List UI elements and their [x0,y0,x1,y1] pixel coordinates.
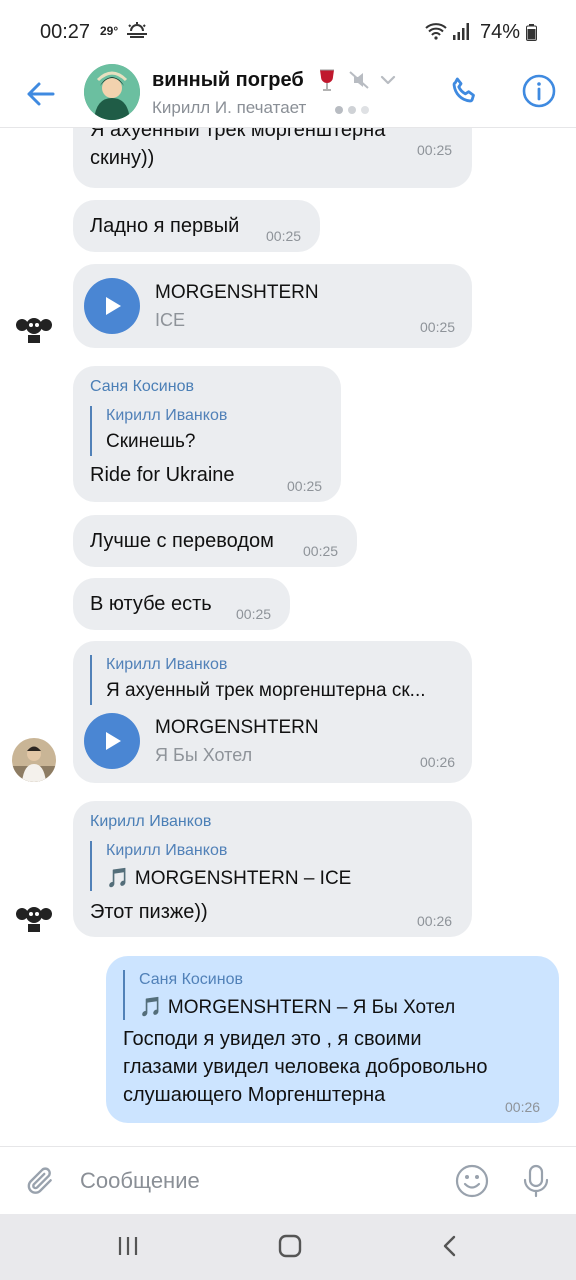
message-bubble[interactable]: Лучше с переводом 00:25 [73,515,357,567]
back-nav-button[interactable] [428,1226,472,1266]
message-text: Этот пизже)) [90,901,208,923]
message-text-line: слушающего Моргенштерна [123,1084,386,1106]
play-icon [106,297,121,315]
emoji-button[interactable] [452,1161,492,1201]
muted-icon [349,71,369,89]
status-time: 00:27 [40,21,91,43]
avatar-photo [12,738,56,782]
audio-title: MORGENSHTERN [155,717,319,738]
chat-avatar[interactable] [84,64,140,120]
info-button[interactable] [518,70,560,112]
back-button[interactable] [20,74,60,114]
microphone-icon [523,1164,549,1198]
home-button[interactable] [268,1226,312,1266]
message-text: Я ахуенный трек моргенштерна скину)) [90,128,386,169]
wifi-icon [425,23,447,40]
wine-glass-icon [320,69,334,91]
sender-name[interactable]: Кирилл Иванков [90,813,211,831]
sender-avatar[interactable] [12,738,56,782]
avatar-illustration [12,305,56,349]
home-icon [278,1234,302,1258]
message-composer [0,1146,576,1214]
sender-avatar[interactable] [12,894,56,938]
message-bubble[interactable]: Саня Косинов Кирилл Иванков Скинешь? Rid… [73,366,341,502]
typing-indicator-icon [335,106,369,114]
message-time: 00:25 [287,478,323,494]
status-temperature: 29° [100,24,119,38]
audio-message-bubble[interactable]: Кирилл Иванков Я ахуенный трек моргенште… [73,641,472,783]
message-time: 00:25 [417,142,453,158]
signal-icon [453,23,469,40]
attach-button[interactable] [20,1161,60,1201]
message-bubble[interactable]: Я ахуенный трек моргенштерна скину)) 00:… [73,128,472,188]
paperclip-icon [27,1167,52,1194]
reply-author: Саня Косинов [139,971,243,988]
recent-apps-icon [118,1237,138,1255]
reply-author: Кирилл Иванков [106,407,228,424]
message-input[interactable] [80,1161,430,1201]
chevron-left-icon [443,1235,456,1257]
message-time: 00:25 [420,319,456,335]
reply-bar [90,841,92,891]
audio-message-bubble[interactable]: MORGENSHTERN ICE 00:25 [73,264,472,348]
reply-author: Кирилл Иванков [106,842,228,859]
reply-text[interactable]: Скинешь? [106,431,195,453]
status-bar: 00:27 29° 74% [0,0,576,62]
message-time: 00:26 [420,754,456,770]
message-text-line: глазами увидел человека добровольно [123,1056,488,1078]
chat-title[interactable]: винный погреб [152,69,304,92]
message-text: Ride for Ukraine [90,464,235,486]
message-bubble[interactable]: Ладно я первый 00:25 [73,200,320,252]
chat-status: Кирилл И. печатает [152,98,307,117]
sender-name[interactable]: Саня Косинов [90,378,194,396]
play-button[interactable] [84,713,140,769]
message-time: 00:25 [236,606,272,622]
phone-icon [452,77,475,103]
message-list[interactable]: Я ахуенный трек моргенштерна скину)) 00:… [0,128,576,1146]
reply-text[interactable]: 🎵 MORGENSHTERN – Я Бы Хотел [139,995,539,1019]
reply-bar [90,655,92,705]
message-time: 00:25 [266,228,302,244]
arrow-left-icon [27,82,55,106]
system-navigation-bar [0,1214,576,1280]
message-text: Лучше с переводом [90,530,274,552]
message-time: 00:25 [303,543,339,559]
reply-bar [123,970,125,1020]
audio-title: MORGENSHTERN [155,282,319,303]
message-time: 00:26 [417,913,453,929]
message-text: В ютубе есть [90,593,212,615]
message-time: 00:26 [505,1099,541,1115]
smile-icon [455,1164,489,1198]
chevron-down-icon[interactable] [380,75,396,85]
play-button[interactable] [84,278,140,334]
message-bubble[interactable]: Кирилл Иванков Кирилл Иванков 🎵 MORGENSH… [73,801,472,937]
info-icon [522,74,556,108]
avatar-illustration [84,64,140,120]
outgoing-message-bubble[interactable]: Саня Косинов 🎵 MORGENSHTERN – Я Бы Хотел… [106,956,559,1123]
avatar-illustration [12,894,56,938]
sender-avatar[interactable] [12,305,56,349]
recent-apps-button[interactable] [106,1226,150,1266]
call-button[interactable] [444,70,486,112]
audio-subtitle: Я Бы Хотел [155,745,253,765]
reply-text[interactable]: 🎵 MORGENSHTERN – ICE [106,866,456,890]
battery-icon [526,24,537,41]
reply-author: Кирилл Иванков [106,656,228,673]
message-bubble[interactable]: В ютубе есть 00:25 [73,578,290,630]
sun-haze-icon [127,22,147,38]
voice-message-button[interactable] [516,1161,556,1201]
play-icon [106,732,121,750]
audio-subtitle: ICE [155,310,186,330]
message-text: Ладно я первый [90,215,240,237]
battery-percent: 74% [480,21,521,43]
reply-text[interactable]: Я ахуенный трек моргенштерна ск... [106,680,456,702]
title-icons [320,69,396,91]
message-text-line: Господи я увидел это , я своими [123,1028,422,1050]
reply-bar [90,406,92,456]
chat-header: винный погреб Кирилл И. печатает [0,62,576,128]
